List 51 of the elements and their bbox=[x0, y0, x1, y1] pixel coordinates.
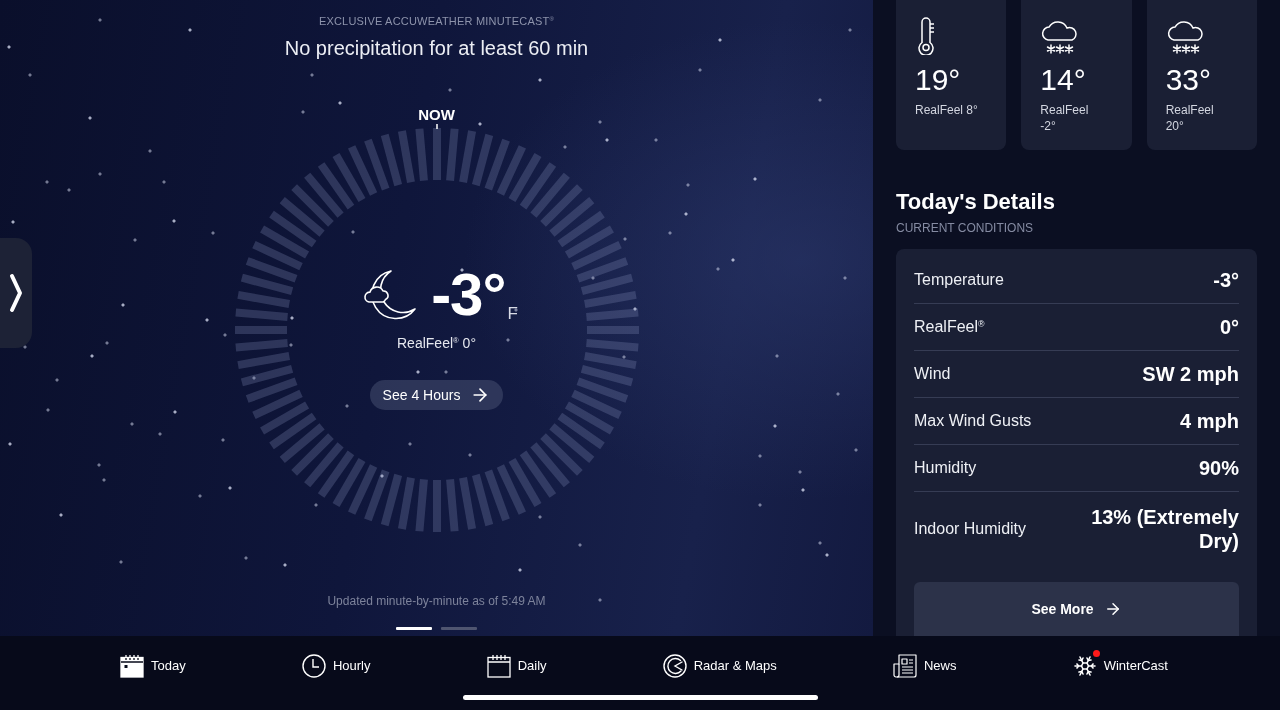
realfeel-text: RealFeel$^{®}$ 0° bbox=[397, 335, 476, 351]
updated-text: Updated minute-by-minute as of 5:49 AM bbox=[327, 594, 546, 608]
forecast-temperature: 19° bbox=[915, 63, 961, 97]
forecast-temperature: 33° bbox=[1165, 63, 1212, 97]
forecast-realfeel: RealFeel 20° bbox=[1165, 102, 1215, 134]
forecast-card[interactable]: 33° RealFeel 20° bbox=[1146, 0, 1257, 150]
radar-icon bbox=[662, 653, 687, 678]
condition-value: SW 2 mph bbox=[1142, 362, 1239, 386]
details-title: Today's Details bbox=[896, 189, 1056, 215]
calendar-icon bbox=[486, 653, 511, 678]
see-more-button[interactable]: See More bbox=[914, 582, 1239, 636]
condition-value: 13% (Extremely Dry) bbox=[1090, 505, 1239, 553]
forecast-card[interactable]: 14° RealFeel -2° bbox=[1021, 0, 1132, 150]
filled-calendar-icon bbox=[120, 653, 144, 678]
tab[interactable]: Today bbox=[120, 653, 186, 678]
thermometer-icon bbox=[915, 17, 937, 55]
temperature-unit: F bbox=[507, 305, 518, 323]
chevron-right-icon bbox=[9, 273, 23, 313]
current-temperature: -3° bbox=[431, 265, 506, 325]
forecast-card[interactable]: 19° RealFeel 8° bbox=[896, 0, 1007, 150]
tab[interactable]: Radar & Maps bbox=[662, 653, 777, 678]
clock-icon bbox=[301, 653, 326, 678]
condition-label: Max Wind Gusts bbox=[914, 411, 1032, 431]
snowflake-icon bbox=[1072, 653, 1097, 678]
now-label: NOW bbox=[418, 107, 455, 123]
cloud-snow-icon bbox=[1165, 19, 1206, 55]
forecast-realfeel: RealFeel -2° bbox=[1040, 102, 1090, 134]
condition-value: -3° bbox=[1213, 268, 1239, 292]
tab[interactable]: Hourly bbox=[301, 653, 371, 678]
see-hours-button[interactable]: See 4 Hours bbox=[369, 380, 504, 410]
page-indicator[interactable] bbox=[396, 627, 432, 630]
condition-label: Indoor Humidity bbox=[914, 519, 1027, 539]
tab[interactable]: WinterCast bbox=[1072, 653, 1168, 678]
condition-label: Humidity bbox=[914, 458, 977, 478]
moon-cloud-icon bbox=[363, 269, 418, 321]
drawer-handle[interactable] bbox=[0, 238, 32, 348]
forecast-temperature: 14° bbox=[1040, 63, 1086, 97]
newspaper-icon bbox=[892, 653, 917, 678]
condition-label: Wind bbox=[914, 364, 951, 384]
condition-value: 0° bbox=[1219, 315, 1239, 339]
precipitation-headline: No precipitation for at least 60 min bbox=[284, 36, 589, 60]
details-subtitle: CURRENT CONDITIONS bbox=[896, 221, 1035, 235]
condition-label: RealFeel$^{®}$ bbox=[914, 317, 985, 337]
tab[interactable]: Daily bbox=[486, 653, 547, 678]
page-indicator[interactable] bbox=[441, 627, 477, 630]
tab[interactable]: News bbox=[892, 653, 957, 678]
condition-value: 4 mph bbox=[1180, 409, 1239, 433]
condition-label: Temperature bbox=[914, 270, 1004, 290]
condition-value: 90% bbox=[1198, 456, 1239, 480]
forecast-realfeel: RealFeel 8° bbox=[915, 102, 979, 118]
minutecast-label: EXCLUSIVE ACCUWEATHER MINUTECAST$^{®}$ bbox=[318, 14, 555, 28]
